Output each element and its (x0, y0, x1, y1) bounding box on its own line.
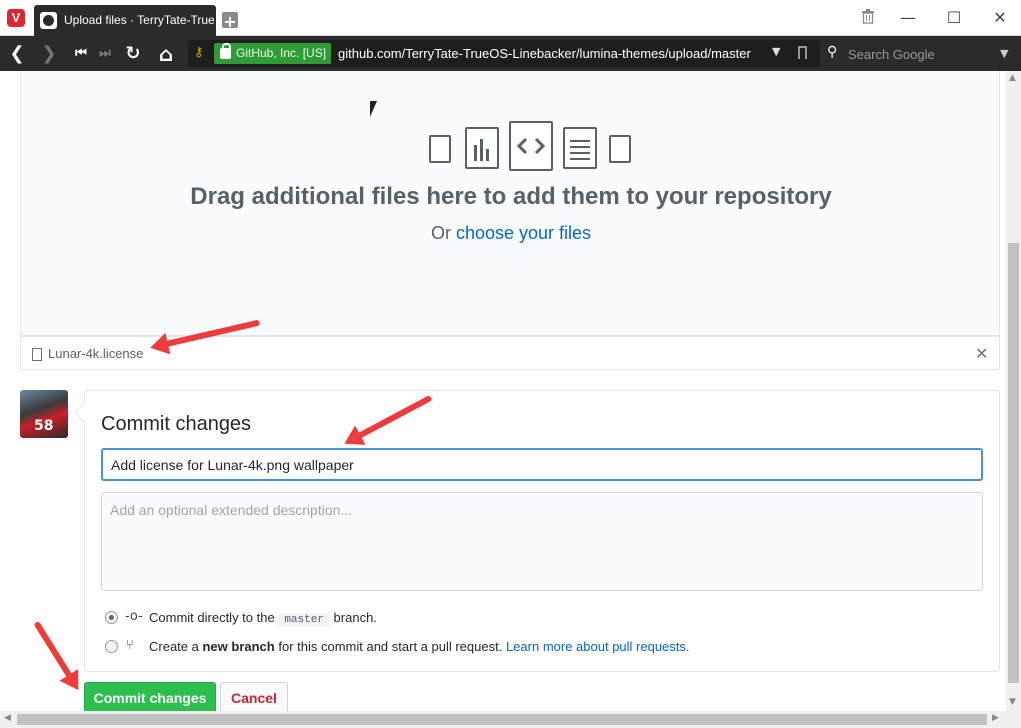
commit-icon: -o- (125, 609, 143, 624)
vertical-scrollbar[interactable]: ▲ ▼ (1006, 71, 1021, 711)
scroll-down-icon[interactable]: ▼ (1009, 697, 1016, 707)
commit-summary-input[interactable] (101, 448, 983, 481)
annotation-arrow-commit-button (33, 620, 75, 682)
vertical-scroll-thumb[interactable] (1008, 243, 1019, 683)
search-box[interactable]: ⚲ ▼ (822, 40, 1020, 67)
commit-direct-prefix: Commit directly to the (149, 610, 279, 625)
back-button[interactable]: ❮ (6, 43, 28, 65)
commit-description-textarea[interactable] (101, 492, 983, 591)
choose-files-link[interactable]: choose your files (456, 223, 591, 243)
minimize-button[interactable]: — (898, 8, 918, 28)
document-icon (32, 348, 42, 361)
url-field[interactable]: ⚷ GitHub, Inc. [US] github.com/TerryTate… (188, 40, 820, 67)
mouse-cursor-icon (370, 101, 377, 117)
lock-icon (220, 43, 231, 59)
commit-heading: Commit changes (101, 413, 252, 435)
forward-button[interactable]: ❯ (38, 43, 60, 65)
file-type-icons (407, 121, 631, 173)
scroll-right-icon[interactable]: ▶ (992, 713, 999, 723)
dropzone-title: Drag additional files here to add them t… (190, 183, 832, 210)
commit-direct-suffix: branch. (329, 610, 377, 625)
new-branch-label: Create a new branch for this commit and … (149, 639, 690, 654)
home-button[interactable]: ⌂ (155, 43, 177, 65)
new-branch-bold: new branch (202, 639, 275, 654)
rewind-button[interactable]: ⏮ (70, 43, 92, 65)
search-input[interactable] (848, 45, 998, 63)
new-branch-middle: for this commit and start a pull request… (274, 639, 506, 654)
new-branch-radio[interactable] (105, 640, 118, 653)
key-icon[interactable]: ⚷ (194, 45, 204, 60)
close-window-button[interactable]: ✕ (990, 8, 1010, 28)
search-icon: ⚲ (827, 44, 838, 60)
browser-tab-upload-files[interactable]: Upload files · TerryTate-TrueOS (34, 5, 216, 36)
page-content: Drag additional files here to add them t… (0, 71, 1006, 711)
new-branch-prefix: Create a (149, 639, 203, 654)
url-text[interactable]: github.com/TerryTate-TrueOS-Linebacker/l… (338, 46, 751, 61)
github-favicon-icon (40, 12, 57, 29)
branch-name-chip: master (278, 613, 330, 627)
horizontal-scroll-thumb[interactable] (17, 714, 987, 725)
new-tab-button[interactable]: + (222, 12, 238, 31)
cancel-button[interactable]: Cancel (220, 682, 288, 711)
horizontal-scrollbar[interactable]: ◀ ▶ (0, 711, 1021, 728)
zip-file-icon (429, 135, 451, 163)
remove-file-button[interactable]: ✕ (975, 344, 988, 363)
vivaldi-logo[interactable]: V (7, 9, 25, 27)
learn-more-link[interactable]: Learn more about pull requests. (506, 639, 690, 654)
reload-button[interactable]: ↻ (122, 43, 144, 65)
user-avatar[interactable]: 58 (20, 390, 68, 438)
dropzone-subtitle: Or choose your files (21, 223, 1001, 244)
uploaded-file-name: Lunar-4k.license (48, 346, 144, 361)
tab-title: Upload files · TerryTate-TrueOS (64, 13, 214, 27)
fast-forward-button[interactable]: ⏭ (94, 43, 116, 65)
url-dropdown-icon[interactable]: ▼ (772, 45, 780, 58)
pdf-file-icon (609, 135, 631, 163)
certificate-label: GitHub, Inc. [US] (236, 46, 327, 60)
browser-addressbar: ❮ ❯ ⏮ ⏭ ↻ ⌂ ⚷ GitHub, Inc. [US] github.c… (0, 36, 1021, 71)
commit-direct-label: Commit directly to the master branch. (149, 610, 377, 627)
maximize-button[interactable]: ☐ (944, 8, 964, 28)
certificate-badge[interactable]: GitHub, Inc. [US] (214, 43, 332, 64)
code-file-icon (509, 121, 553, 171)
scroll-left-icon[interactable]: ◀ (4, 713, 11, 723)
bookmark-icon[interactable] (798, 46, 807, 59)
commit-direct-radio[interactable] (105, 611, 118, 624)
trash-icon[interactable] (858, 8, 878, 28)
avatar-jersey-number: 58 (34, 418, 54, 434)
pull-request-icon: ⑂ (126, 638, 134, 653)
browser-titlebar: V Upload files · TerryTate-TrueOS + — ☐ … (0, 0, 1021, 36)
chart-file-icon (465, 127, 499, 169)
scroll-up-icon[interactable]: ▲ (1009, 73, 1016, 83)
search-engine-dropdown-icon[interactable]: ▼ (1000, 47, 1008, 60)
file-dropzone[interactable]: Drag additional files here to add them t… (20, 71, 1000, 336)
dropzone-or-text: Or (430, 223, 456, 243)
commit-changes-box: Commit changes -o- Commit directly to th… (84, 390, 1000, 672)
text-file-icon (563, 127, 597, 169)
commit-changes-button[interactable]: Commit changes (84, 682, 216, 711)
